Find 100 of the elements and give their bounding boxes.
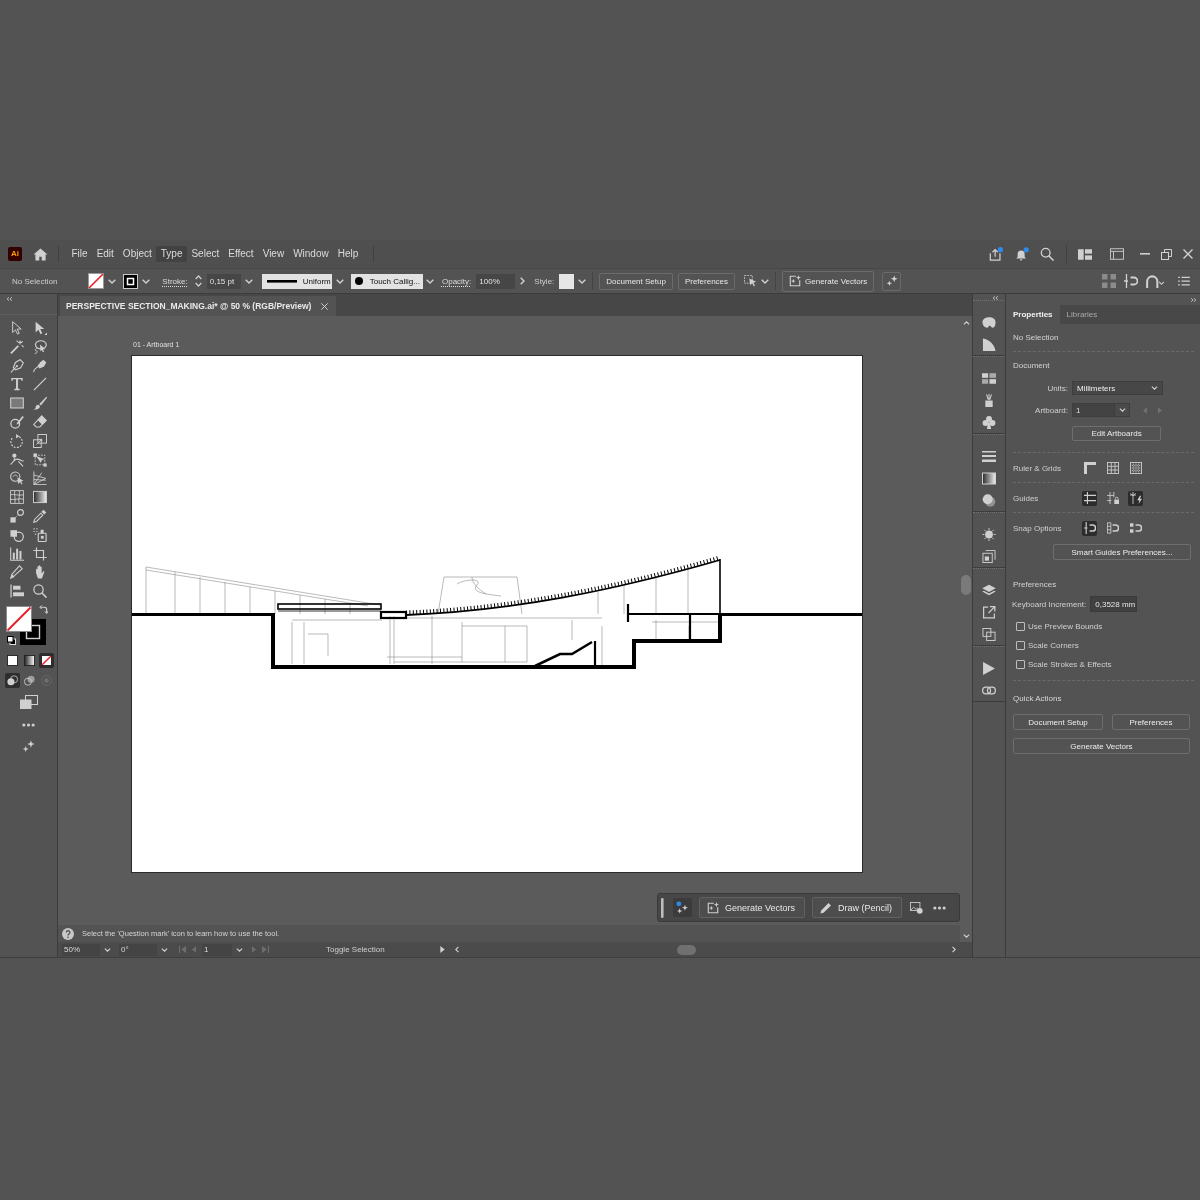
- menu-item[interactable]: Type: [156, 246, 187, 262]
- fill-swatch-icon[interactable]: [6, 606, 32, 633]
- zoom-field[interactable]: 50%: [62, 943, 100, 956]
- paintbrush-icon[interactable]: [33, 396, 47, 411]
- panel-tab[interactable]: Libraries: [1059, 305, 1105, 324]
- menu-item[interactable]: Object: [118, 246, 157, 262]
- grid-icon[interactable]: [1105, 460, 1120, 476]
- snap-grid-icon[interactable]: [1105, 520, 1120, 536]
- opacity-field[interactable]: 100%: [476, 273, 516, 289]
- chevron-down-icon[interactable]: [108, 278, 117, 284]
- smart-guides-icon[interactable]: [1128, 490, 1143, 506]
- bars-icon[interactable]: [10, 584, 24, 599]
- generate-button[interactable]: Generate Vectors: [699, 897, 806, 918]
- menu-item[interactable]: View: [258, 246, 289, 262]
- restore-icon[interactable]: [1161, 248, 1172, 260]
- overlapping-circles-icon[interactable]: [982, 493, 996, 507]
- sparkle-button[interactable]: [673, 898, 692, 917]
- drag-handle-icon[interactable]: [661, 897, 664, 918]
- default-colors-icon[interactable]: [7, 636, 16, 646]
- pointer-outline-icon[interactable]: [10, 321, 24, 335]
- menu-item[interactable]: Select: [186, 246, 224, 262]
- panel-icon[interactable]: [1110, 248, 1124, 260]
- spinner-arrows-icon[interactable]: [194, 275, 202, 287]
- document-tab[interactable]: PERSPECTIVE SECTION_MAKING.ai* @ 50 % (RGB/Preview): [60, 296, 337, 316]
- circles-behind-icon[interactable]: [22, 673, 37, 689]
- curvature-pen-icon[interactable]: [33, 358, 47, 373]
- chevron-down-icon[interactable]: [142, 278, 151, 284]
- spray-can-icon[interactable]: [33, 527, 47, 542]
- scroll-down-icon[interactable]: [962, 934, 970, 938]
- nested-squares-icon[interactable]: [982, 549, 996, 563]
- gradient-square-icon[interactable]: [982, 471, 996, 485]
- gradient-fill-icon[interactable]: [22, 653, 37, 669]
- circle-pencil-icon[interactable]: [10, 415, 24, 429]
- color-fill-icon[interactable]: [5, 653, 20, 669]
- circle-pointer-icon[interactable]: [10, 471, 24, 486]
- stroke-link[interactable]: Stroke:: [162, 276, 188, 286]
- magnet-icon[interactable]: [1146, 274, 1165, 288]
- collapse-icon[interactable]: [992, 296, 999, 300]
- artboard-field[interactable]: 1: [1072, 403, 1115, 417]
- bell-icon[interactable]: [1015, 247, 1029, 261]
- quick-action-button[interactable]: Preferences: [1112, 714, 1190, 730]
- dashed-square-handles-icon[interactable]: [33, 452, 47, 467]
- magic-wand-icon[interactable]: [10, 339, 24, 354]
- more-icon[interactable]: [933, 905, 947, 910]
- stroke-weight-field[interactable]: 0,15 pt: [206, 273, 241, 289]
- export-icon[interactable]: [982, 605, 996, 619]
- letter-t-icon[interactable]: [10, 377, 24, 392]
- stroke-profile-dropdown[interactable]: Uniform: [261, 273, 332, 289]
- perspective-grid-icon[interactable]: [33, 471, 47, 486]
- chevron-down-icon[interactable]: [236, 947, 243, 952]
- menu-item[interactable]: File: [67, 246, 93, 262]
- list-icon[interactable]: [1178, 276, 1190, 286]
- line-icon[interactable]: [33, 377, 47, 392]
- smart-guides-preferences-button[interactable]: Smart Guides Preferences...: [1053, 544, 1191, 560]
- chevron-down-icon[interactable]: [104, 947, 111, 952]
- circles-front-icon[interactable]: [5, 673, 20, 689]
- quick-action-button[interactable]: Document Setup: [1013, 714, 1103, 730]
- style-swatch-icon[interactable]: [559, 273, 575, 289]
- guides-icon[interactable]: [1082, 490, 1097, 506]
- curved-shape-icon[interactable]: [982, 337, 996, 351]
- chevron-down-icon[interactable]: [335, 278, 344, 284]
- club-icon[interactable]: [982, 415, 996, 429]
- knife-icon[interactable]: [10, 565, 24, 580]
- chevron-down-icon[interactable]: [761, 278, 770, 284]
- control-bar-button[interactable]: Document Setup: [599, 272, 673, 290]
- control-bar-button[interactable]: Preferences: [677, 272, 736, 290]
- sparkle-icon[interactable]: [22, 740, 35, 754]
- no-fill-icon[interactable]: [39, 653, 54, 669]
- screen-mode-icon[interactable]: [20, 695, 38, 710]
- menu-item[interactable]: Window: [288, 246, 334, 262]
- chevron-right-icon[interactable]: [520, 277, 526, 285]
- brushes-icon[interactable]: [982, 393, 996, 407]
- dashed-circle-arrow-icon[interactable]: [10, 433, 24, 448]
- dotted-grid-icon[interactable]: [1128, 460, 1143, 476]
- keyboard-increment-field[interactable]: 0,3528 mm: [1090, 596, 1138, 612]
- chevron-down-icon[interactable]: [161, 947, 168, 952]
- artboard-number-field[interactable]: 1: [202, 943, 232, 956]
- scroll-thumb[interactable]: [676, 944, 696, 955]
- sparkle-button[interactable]: [882, 271, 902, 291]
- more-icon[interactable]: [22, 723, 35, 728]
- swatches-icon[interactable]: [982, 371, 996, 385]
- edit-artboards-button[interactable]: Edit Artboards: [1072, 426, 1161, 441]
- opacity-link[interactable]: Opacity:: [441, 276, 472, 286]
- collapse-icon[interactable]: [6, 297, 13, 301]
- panel-tab[interactable]: Properties: [1006, 305, 1060, 324]
- checkbox[interactable]: [1016, 622, 1025, 631]
- swap-arrow-icon[interactable]: [39, 605, 48, 615]
- search-icon[interactable]: [1040, 247, 1054, 261]
- eraser-icon[interactable]: [33, 415, 47, 429]
- checkbox[interactable]: [1016, 641, 1025, 650]
- scroll-up-icon[interactable]: [962, 321, 970, 325]
- quick-action-button[interactable]: Generate Vectors: [1013, 738, 1190, 754]
- zoom-icon[interactable]: [33, 584, 47, 599]
- snap-point-icon[interactable]: [1124, 274, 1138, 288]
- generate-button[interactable]: Generate Vectors: [782, 270, 875, 292]
- draw-button[interactable]: Draw (Pencil): [812, 897, 903, 918]
- pointer-filled-icon[interactable]: [33, 321, 47, 335]
- menu-item[interactable]: Edit: [92, 246, 119, 262]
- lock-guides-icon[interactable]: [1105, 490, 1120, 506]
- eyedropper-icon[interactable]: [33, 508, 47, 523]
